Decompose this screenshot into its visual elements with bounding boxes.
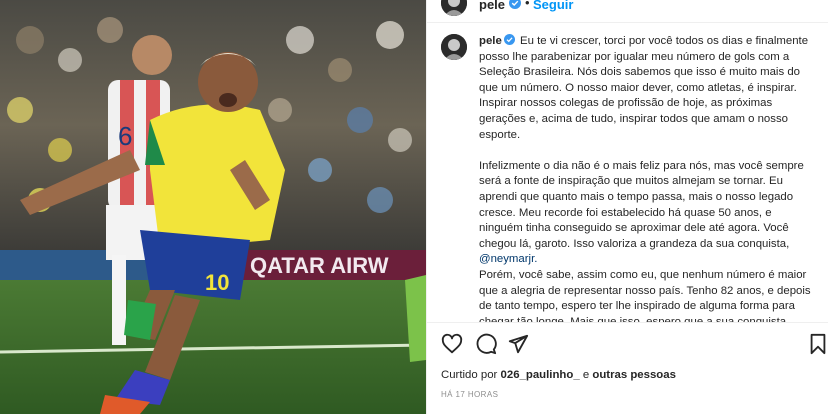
likes-user-link[interactable]: 026_paulinho_ xyxy=(501,369,580,381)
verified-badge-icon xyxy=(503,34,515,45)
caption-body-3: Porém, você sabe, assim como eu, que nen… xyxy=(479,268,811,322)
likes-others-link[interactable]: outras pessoas xyxy=(592,369,676,381)
svg-text:10: 10 xyxy=(205,270,229,295)
likes-prefix: Curtido por xyxy=(441,369,498,381)
caption-mention[interactable]: @neymarjr. xyxy=(479,252,815,268)
follow-button[interactable]: Seguir xyxy=(533,0,573,12)
ad-board-text: QATAR AIRW xyxy=(250,253,389,278)
caption-body-1: Eu te vi crescer, torci por você todos o… xyxy=(479,35,809,141)
likes-connector: e xyxy=(582,369,590,381)
caption-text: pele Eu te vi crescer, torci por você to… xyxy=(479,34,815,322)
comment-icon[interactable] xyxy=(475,333,497,355)
author-avatar[interactable] xyxy=(441,0,467,16)
verified-badge-icon xyxy=(509,0,521,9)
svg-text:6: 6 xyxy=(118,121,132,151)
separator-dot: • xyxy=(525,0,530,10)
caption-username[interactable]: pele xyxy=(479,35,502,47)
share-icon[interactable] xyxy=(507,333,529,355)
caption-paragraph-1: pele Eu te vi crescer, torci por você to… xyxy=(479,34,815,143)
likes-summary: Curtido por 026_paulinho_ e outras pesso… xyxy=(441,369,676,381)
bookmark-icon[interactable] xyxy=(807,333,828,355)
post-photo[interactable]: QATAR AIRW 6 10 xyxy=(0,0,426,414)
heart-icon[interactable] xyxy=(441,333,463,355)
caption-area: pele Eu te vi crescer, torci por você to… xyxy=(427,22,828,322)
author-username[interactable]: pele xyxy=(479,0,505,12)
post-timestamp[interactable]: HÁ 17 HORAS xyxy=(441,390,498,399)
post-header: pele • Seguir xyxy=(427,0,828,23)
caption-body-2: Infelizmente o dia não é o mais feliz pa… xyxy=(479,159,804,250)
post-side-panel: pele • Seguir pele Eu te vi crescer, tor… xyxy=(426,0,828,415)
caption-author-avatar[interactable] xyxy=(441,34,467,60)
avatar-portrait-icon xyxy=(441,34,467,60)
avatar-portrait-icon xyxy=(441,0,467,16)
post-actions: Curtido por 026_paulinho_ e outras pesso… xyxy=(427,322,828,415)
post-photo-image: QATAR AIRW 6 10 xyxy=(0,0,426,414)
caption-paragraph-2: Infelizmente o dia não é o mais feliz pa… xyxy=(479,159,815,253)
